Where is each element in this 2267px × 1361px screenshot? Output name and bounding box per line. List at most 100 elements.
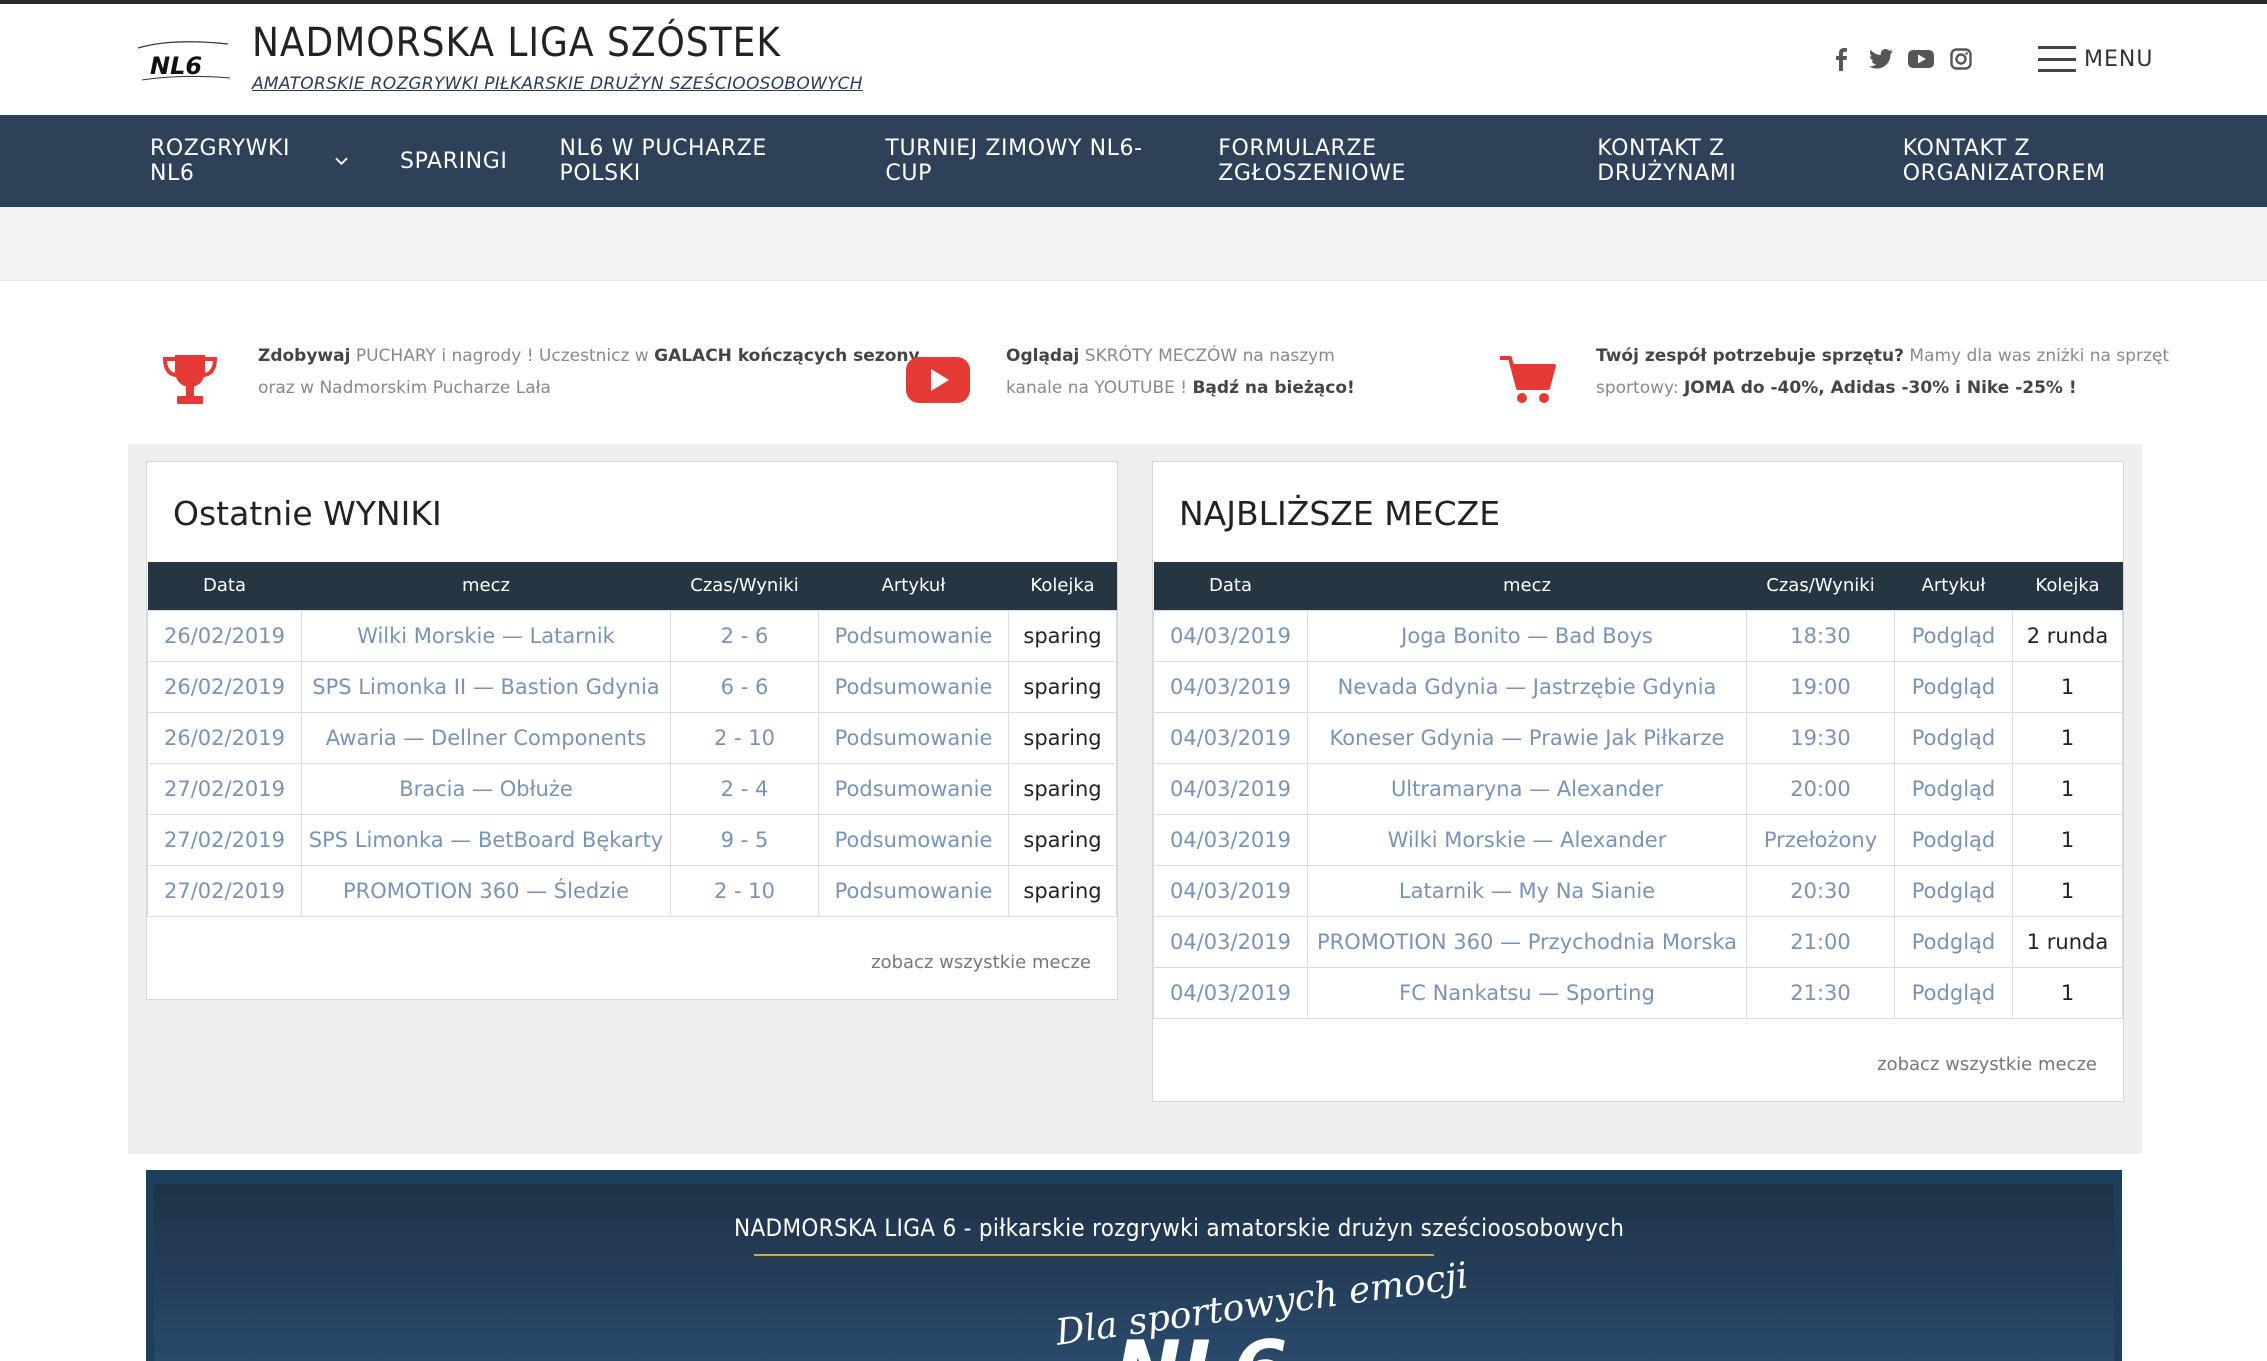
chevron-down-icon [335,157,348,166]
match-date[interactable]: 04/03/2019 [1153,915,1308,968]
menu-label: MENU [2084,46,2154,72]
site-tagline[interactable]: AMATORSKIE ROZGRYWKI PIŁKARSKIE DRUŻYN S… [252,74,863,94]
feature-cart: Twój zespół potrzebuje sprzętu? Mamy dla… [1488,340,2169,420]
match-date[interactable]: 26/02/2019 [147,609,302,662]
match-name[interactable]: Awaria — Dellner Components [301,711,671,764]
see-all-results-link[interactable]: zobacz wszystkie mecze [871,952,1091,973]
match-preview[interactable]: Podgląd [1894,660,2013,713]
main-navigation: ROZGRYWKI NL6 SPARINGI NL6 W PUCHARZE PO… [0,115,2267,207]
col-header: mecz [301,562,671,610]
table-row: 27/02/2019 Bracia — Obłuże 2 - 4 Podsumo… [147,762,1117,815]
match-name[interactable]: Bracia — Obłuże [301,762,671,815]
nav-item-label: KONTAKT Z DRUŻYNAMI [1597,136,1737,186]
match-date[interactable]: 04/03/2019 [1153,864,1308,917]
nav-item-puchar-polski[interactable]: NL6 W PUCHARZE POLSKI [559,136,833,186]
match-preview[interactable]: Podgląd [1894,762,2013,815]
match-article[interactable]: Podsumowanie [818,660,1009,713]
match-time[interactable]: 19:00 [1746,660,1895,713]
promo-banner-underline [754,1254,1434,1256]
promo-banner-title: NADMORSKA LIGA 6 - piłkarskie rozgrywki … [734,1214,1625,1242]
match-time[interactable]: 21:00 [1746,915,1895,968]
match-date[interactable]: 26/02/2019 [147,660,302,713]
match-time[interactable]: 20:30 [1746,864,1895,917]
match-name[interactable]: Wilki Morskie — Latarnik [301,609,671,662]
match-name[interactable]: SPS Limonka II — Bastion Gdynia [301,660,671,713]
match-date[interactable]: 04/03/2019 [1153,762,1308,815]
nav-item-rozgrywki[interactable]: ROZGRYWKI NL6 [150,136,348,186]
match-score[interactable]: 2 - 6 [670,609,819,662]
nav-item-label: TURNIEJ ZIMOWY NL6-CUP [885,136,1143,186]
match-article[interactable]: Podsumowanie [818,762,1009,815]
match-name[interactable]: Ultramaryna — Alexander [1307,762,1747,815]
site-logo[interactable]: NL6 [132,34,236,92]
instagram-icon[interactable] [1948,46,1974,72]
match-date[interactable]: 04/03/2019 [1153,813,1308,866]
match-time[interactable]: 19:30 [1746,711,1895,764]
table-row: 04/03/2019 PROMOTION 360 — Przychodnia M… [1153,915,2123,968]
match-round: 1 [2012,813,2123,866]
match-round: sparing [1008,813,1117,866]
match-name[interactable]: FC Nankatsu — Sporting [1307,966,1747,1019]
match-round: sparing [1008,762,1117,815]
match-article[interactable]: Podsumowanie [818,864,1009,917]
match-preview[interactable]: Podgląd [1894,711,2013,764]
match-preview[interactable]: Podgląd [1894,915,2013,968]
match-date[interactable]: 04/03/2019 [1153,660,1308,713]
site-title[interactable]: NADMORSKA LIGA SZÓSTEK [252,20,781,66]
match-name[interactable]: SPS Limonka — BetBoard Bękarty [301,813,671,866]
match-article[interactable]: Podsumowanie [818,813,1009,866]
see-all-upcoming-link[interactable]: zobacz wszystkie mecze [1877,1054,2097,1075]
table-row: 04/03/2019 Latarnik — My Na Sianie 20:30… [1153,864,2123,917]
match-score[interactable]: 6 - 6 [670,660,819,713]
table-row: 27/02/2019 PROMOTION 360 — Śledzie 2 - 1… [147,864,1117,917]
table-row: 04/03/2019 FC Nankatsu — Sporting 21:30 … [1153,966,2123,1019]
match-time[interactable]: 20:00 [1746,762,1895,815]
match-preview[interactable]: Podgląd [1894,609,2013,662]
breadcrumb-band [0,207,2267,281]
match-score[interactable]: 2 - 4 [670,762,819,815]
match-preview[interactable]: Podgląd [1894,966,2013,1019]
upcoming-title: NAJBLIŻSZE MECZE [1179,494,1501,533]
match-date[interactable]: 27/02/2019 [147,762,302,815]
youtube-icon[interactable] [1908,46,1934,72]
nav-item-kontakt-organizator[interactable]: KONTAKT Z ORGANIZATOREM [1903,136,2215,186]
twitter-icon[interactable] [1868,46,1894,72]
match-preview[interactable]: Podgląd [1894,864,2013,917]
match-time[interactable]: Przełożony [1746,813,1895,866]
col-header: Kolejka [2012,562,2123,610]
match-name[interactable]: Koneser Gdynia — Prawie Jak Piłkarze [1307,711,1747,764]
match-name[interactable]: Nevada Gdynia — Jastrzębie Gdynia [1307,660,1747,713]
nav-item-formularze[interactable]: FORMULARZE ZGŁOSZENIOWE [1218,136,1545,186]
match-date[interactable]: 04/03/2019 [1153,609,1308,662]
nav-item-sparingi[interactable]: SPARINGI [400,149,507,174]
nav-item-turniej-zimowy[interactable]: TURNIEJ ZIMOWY NL6-CUP [885,136,1166,186]
match-round: sparing [1008,711,1117,764]
menu-toggle-button[interactable]: MENU [2038,46,2153,72]
match-date[interactable]: 26/02/2019 [147,711,302,764]
match-round: sparing [1008,864,1117,917]
match-name[interactable]: Latarnik — My Na Sianie [1307,864,1747,917]
match-name[interactable]: Wilki Morskie — Alexander [1307,813,1747,866]
match-date[interactable]: 27/02/2019 [147,813,302,866]
table-row: 04/03/2019 Koneser Gdynia — Prawie Jak P… [1153,711,2123,764]
col-header: Artykuł [818,562,1009,610]
match-name[interactable]: PROMOTION 360 — Śledzie [301,864,671,917]
match-date[interactable]: 27/02/2019 [147,864,302,917]
match-date[interactable]: 04/03/2019 [1153,966,1308,1019]
match-name[interactable]: Joga Bonito — Bad Boys [1307,609,1747,662]
match-round: 1 [2012,711,2123,764]
social-links [1828,46,1974,72]
match-score[interactable]: 2 - 10 [670,711,819,764]
match-preview[interactable]: Podgląd [1894,813,2013,866]
match-article[interactable]: Podsumowanie [818,609,1009,662]
match-time[interactable]: 18:30 [1746,609,1895,662]
match-score[interactable]: 9 - 5 [670,813,819,866]
match-score[interactable]: 2 - 10 [670,864,819,917]
facebook-icon[interactable] [1828,46,1854,72]
match-date[interactable]: 04/03/2019 [1153,711,1308,764]
hamburger-icon [2038,46,2076,72]
match-name[interactable]: PROMOTION 360 — Przychodnia Morska [1307,915,1747,968]
match-article[interactable]: Podsumowanie [818,711,1009,764]
nav-item-kontakt-druzyny[interactable]: KONTAKT Z DRUŻYNAMI [1597,136,1850,186]
match-time[interactable]: 21:30 [1746,966,1895,1019]
